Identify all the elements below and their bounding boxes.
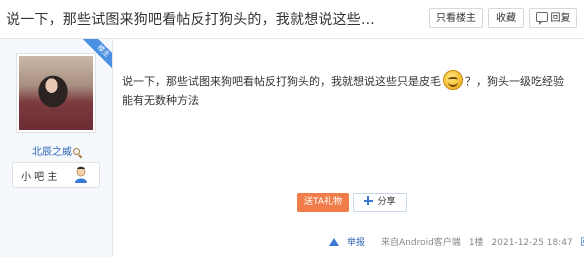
author-name-row: 北辰之威 (0, 143, 112, 158)
reply-icon (535, 12, 548, 25)
floor-number: 1楼 (468, 238, 484, 248)
level-badge: 小 吧 主 (12, 162, 100, 188)
post-content: 说一下，那些试图来狗吧看帖反打狗头的，我就想说这些只是皮毛 ？，狗头一级吃经验能有… (122, 70, 572, 110)
send-gift-button[interactable]: 送TA礼物 (297, 193, 349, 212)
post-title: 说一下，那些试图来狗吧看帖反打狗头的，我就想说这些... (6, 12, 375, 28)
share-button[interactable]: 分享 (353, 193, 407, 212)
person-icon (75, 166, 87, 183)
share-icon (364, 196, 374, 205)
share-label: 分享 (377, 197, 396, 207)
search-icon (73, 148, 80, 155)
level-label: 小 吧 主 (21, 172, 58, 183)
warning-icon (329, 238, 339, 246)
author-name[interactable]: 北辰之威 (32, 147, 72, 158)
post-timestamp: 2021-12-25 18:47 (491, 238, 573, 248)
post-header: 说一下，那些试图来狗吧看帖反打狗头的，我就想说这些... 只看楼主 收藏 回复 (0, 0, 584, 39)
favorite-button[interactable]: 收藏 (488, 8, 524, 28)
report-label: 举报 (347, 238, 366, 248)
author-sidebar: 楼主 北辰之威 小 吧 主 (0, 39, 113, 257)
post-text-part1: 说一下，那些试图来狗吧看帖反打狗头的，我就想说这些只是皮毛 (122, 75, 441, 88)
reply-button[interactable]: 回复 (529, 8, 577, 28)
smile-emoji-icon (443, 70, 463, 90)
post-footer: 举报 来自Android客户端 1楼 2021-12-25 18:47 回复 (329, 235, 584, 248)
client-source: 来自Android客户端 (381, 238, 461, 248)
footer-reply-link[interactable]: 回复 (581, 238, 584, 248)
owner-badge: 楼主 (77, 39, 112, 74)
only-owner-button[interactable]: 只看楼主 (429, 8, 483, 28)
reply-button-label: 回复 (550, 13, 571, 24)
report-link[interactable]: 举报 (329, 238, 373, 248)
owner-badge-label: 楼主 (82, 39, 112, 73)
